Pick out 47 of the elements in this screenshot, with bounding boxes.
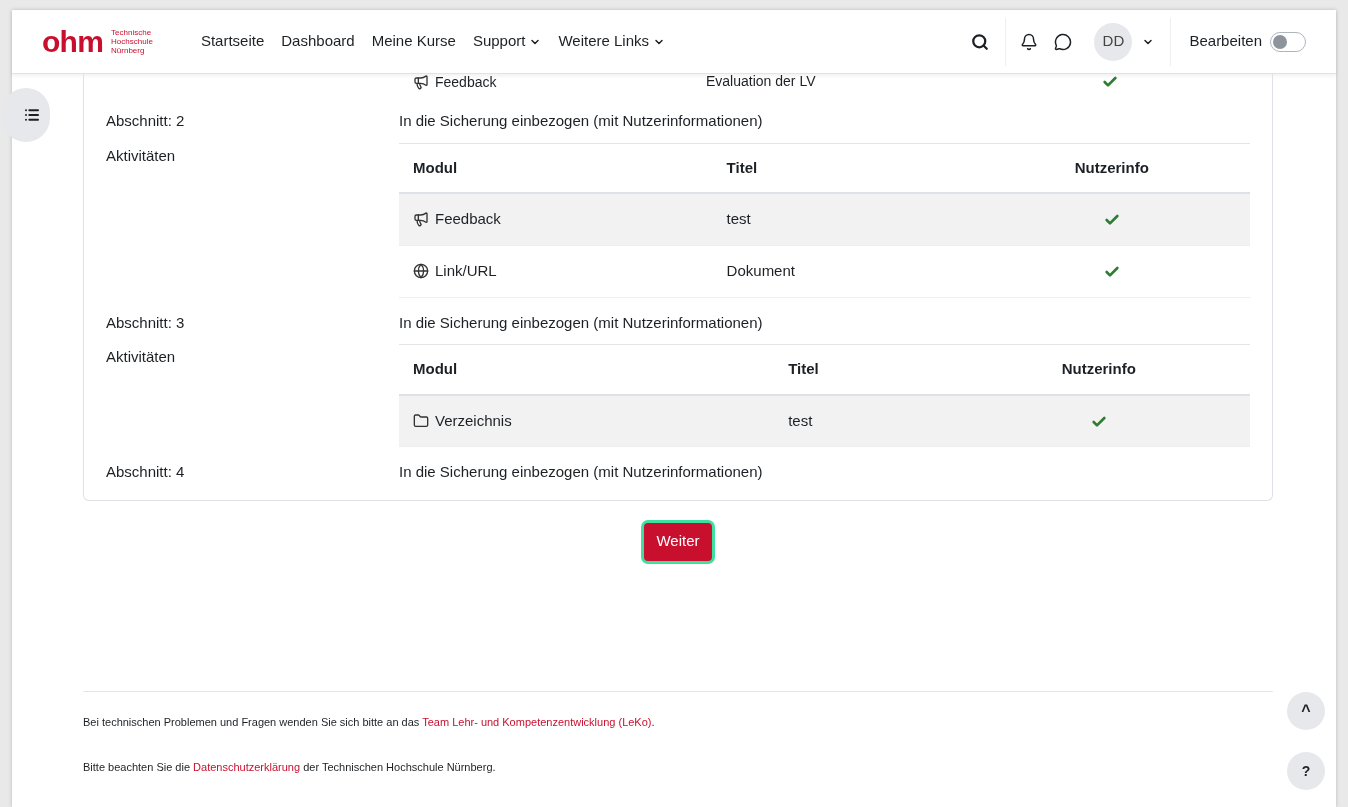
table-cell: Feedback <box>399 74 706 90</box>
footer-link[interactable]: Datenschutzerklärung <box>193 760 301 773</box>
nav-link[interactable]: Weitere Links <box>558 30 665 53</box>
help-button[interactable]: ? <box>1287 752 1325 790</box>
table-cell: Dokument <box>712 245 974 297</box>
column-header: Titel <box>774 344 948 395</box>
continue-button[interactable]: Weiter <box>644 522 712 561</box>
edit-mode-label: Bearbeiten <box>1189 31 1262 52</box>
nav-link[interactable]: Meine Kurse <box>371 30 456 53</box>
bell-icon[interactable] <box>1020 32 1039 51</box>
megaphone-icon <box>413 74 429 90</box>
nav-link[interactable]: Dashboard <box>281 30 355 53</box>
column-header: Titel <box>712 143 974 193</box>
table-cell: Feedback <box>399 193 713 245</box>
table-cell-text: Evaluation der LV <box>706 74 817 88</box>
megaphone-icon <box>413 211 429 228</box>
section-sublabel: Aktivitäten <box>106 145 177 166</box>
section-sublabel: Aktivitäten <box>106 347 177 367</box>
section-label: Abschnitt: 2 <box>106 111 186 131</box>
column-header: Nutzerinfo <box>947 344 1250 395</box>
footer-text: Bitte beachten Sie die Datenschutzerklärung der Technischen Hochschule Nürnberg. <box>83 759 497 775</box>
folder-icon <box>413 412 429 429</box>
globe-icon <box>413 263 429 279</box>
backup-status: In die Sicherung einbezogen (mit Nutzerinformationen) <box>399 462 764 482</box>
table-cell: test <box>774 394 948 447</box>
backup-status: In die Sicherung einbezogen (mit Nutzerinformationen) <box>399 111 764 131</box>
table-cell: Verzeichnis <box>399 394 775 447</box>
chat-icon[interactable] <box>1054 32 1073 51</box>
section-label: Abschnitt: 4 <box>106 462 186 482</box>
logo-subtitle: Technische Hochschule Nürnberg <box>111 28 153 55</box>
back-to-top-button[interactable]: ^ <box>1287 692 1325 730</box>
section-label: Abschnitt: 3 <box>106 312 186 333</box>
search-icon[interactable] <box>971 32 990 51</box>
column-header: Nutzerinfo <box>973 143 1250 193</box>
user-menu-button[interactable]: DD <box>1094 22 1155 61</box>
table-cell: test <box>712 193 974 245</box>
backup-status: In die Sicherung einbezogen (mit Nutzerinformationen) <box>399 312 764 333</box>
logo-wordmark: ohm <box>42 26 104 57</box>
table-cell: Link/URL <box>399 245 713 297</box>
footer-text: Bei technischen Problemen und Fragen wenden Sie sich bitte an das Team Lehr- und Kompetenzentwicklung (LeKo). <box>83 715 656 730</box>
nav-link[interactable]: Startseite <box>200 30 265 53</box>
edit-mode-switch[interactable] <box>1270 31 1306 52</box>
user-avatar: DD <box>1094 22 1133 61</box>
nav-link[interactable]: Support <box>472 30 542 53</box>
list-icon <box>24 107 40 123</box>
column-header: Modul <box>399 344 775 395</box>
column-header: Modul <box>399 143 713 193</box>
